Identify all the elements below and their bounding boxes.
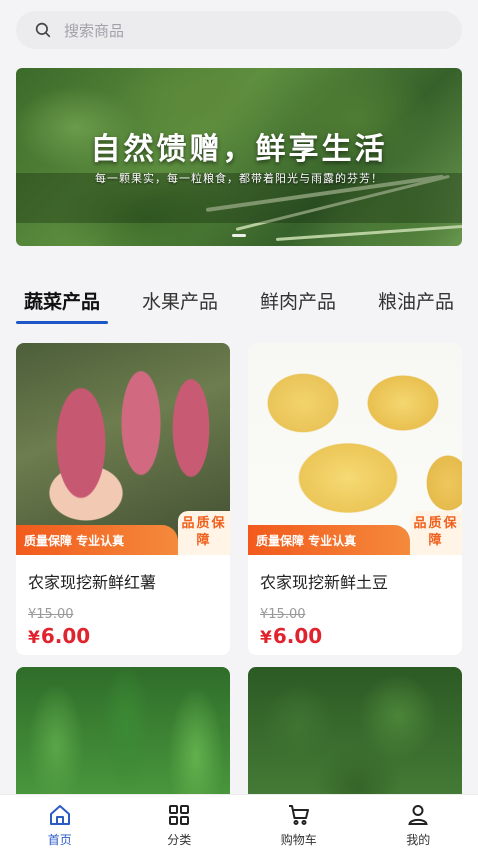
search-bar[interactable]: 搜索商品 — [16, 11, 462, 49]
search-icon — [35, 22, 51, 38]
sale-price: ¥6.00 — [260, 624, 323, 648]
product-card[interactable]: 质量保障 专业认真 品质保障 农家现挖新鲜红薯 ¥15.00 ¥6.00 — [16, 343, 230, 655]
nav-label: 首页 — [47, 833, 72, 847]
product-card[interactable] — [16, 667, 230, 807]
product-name: 农家现挖新鲜红薯 — [28, 573, 157, 592]
nav-category[interactable]: 分类 — [139, 795, 219, 850]
quality-badge: 质量保障 专业认真 品质保障 — [248, 511, 462, 555]
product-name: 农家现挖新鲜土豆 — [260, 573, 389, 592]
nav-profile[interactable]: 我的 — [378, 795, 458, 850]
nav-home[interactable]: 首页 — [20, 795, 100, 850]
original-price: ¥15.00 — [260, 607, 306, 622]
nav-label: 我的 — [406, 833, 431, 847]
nav-label: 购物车 — [280, 833, 317, 847]
promo-banner[interactable]: 自然馈赠，鲜享生活 每一颗果实，每一粒粮食，都带着阳光与雨露的芬芳！ — [16, 68, 462, 246]
tab-vegetables[interactable]: 蔬菜产品 — [16, 288, 109, 324]
banner-title: 自然馈赠，鲜享生活 — [90, 132, 388, 167]
original-price: ¥15.00 — [28, 607, 74, 622]
nav-cart[interactable]: 购物车 — [259, 795, 339, 850]
sale-price: ¥6.00 — [28, 624, 91, 648]
bottom-nav: 首页 分类 购物车 我的 — [0, 794, 478, 850]
product-card[interactable]: 质量保障 专业认真 品质保障 农家现挖新鲜土豆 ¥15.00 ¥6.00 — [248, 343, 462, 655]
banner-subtitle: 每一颗果实，每一粒粮食，都带着阳光与雨露的芬芳！ — [95, 172, 383, 185]
category-tabs: 蔬菜产品 水果产品 鲜肉产品 粮油产品 — [16, 288, 462, 326]
product-card[interactable] — [248, 667, 462, 807]
search-input[interactable]: 搜索商品 — [64, 20, 124, 41]
user-icon — [408, 805, 428, 825]
product-image[interactable] — [16, 667, 230, 807]
product-image[interactable]: 质量保障 专业认真 品质保障 — [248, 343, 462, 555]
product-image[interactable] — [248, 667, 462, 807]
tab-fruits[interactable]: 水果产品 — [134, 288, 226, 324]
banner-indicator[interactable] — [16, 234, 462, 237]
home-icon — [49, 805, 70, 825]
cart-icon — [288, 805, 309, 825]
nav-label: 分类 — [167, 833, 192, 847]
grid-icon — [169, 805, 190, 825]
product-image[interactable]: 质量保障 专业认真 品质保障 — [16, 343, 230, 555]
tab-meat[interactable]: 鲜肉产品 — [252, 288, 344, 324]
quality-badge: 质量保障 专业认真 品质保障 — [16, 511, 230, 555]
tab-grain-oil[interactable]: 粮油产品 — [370, 288, 462, 324]
